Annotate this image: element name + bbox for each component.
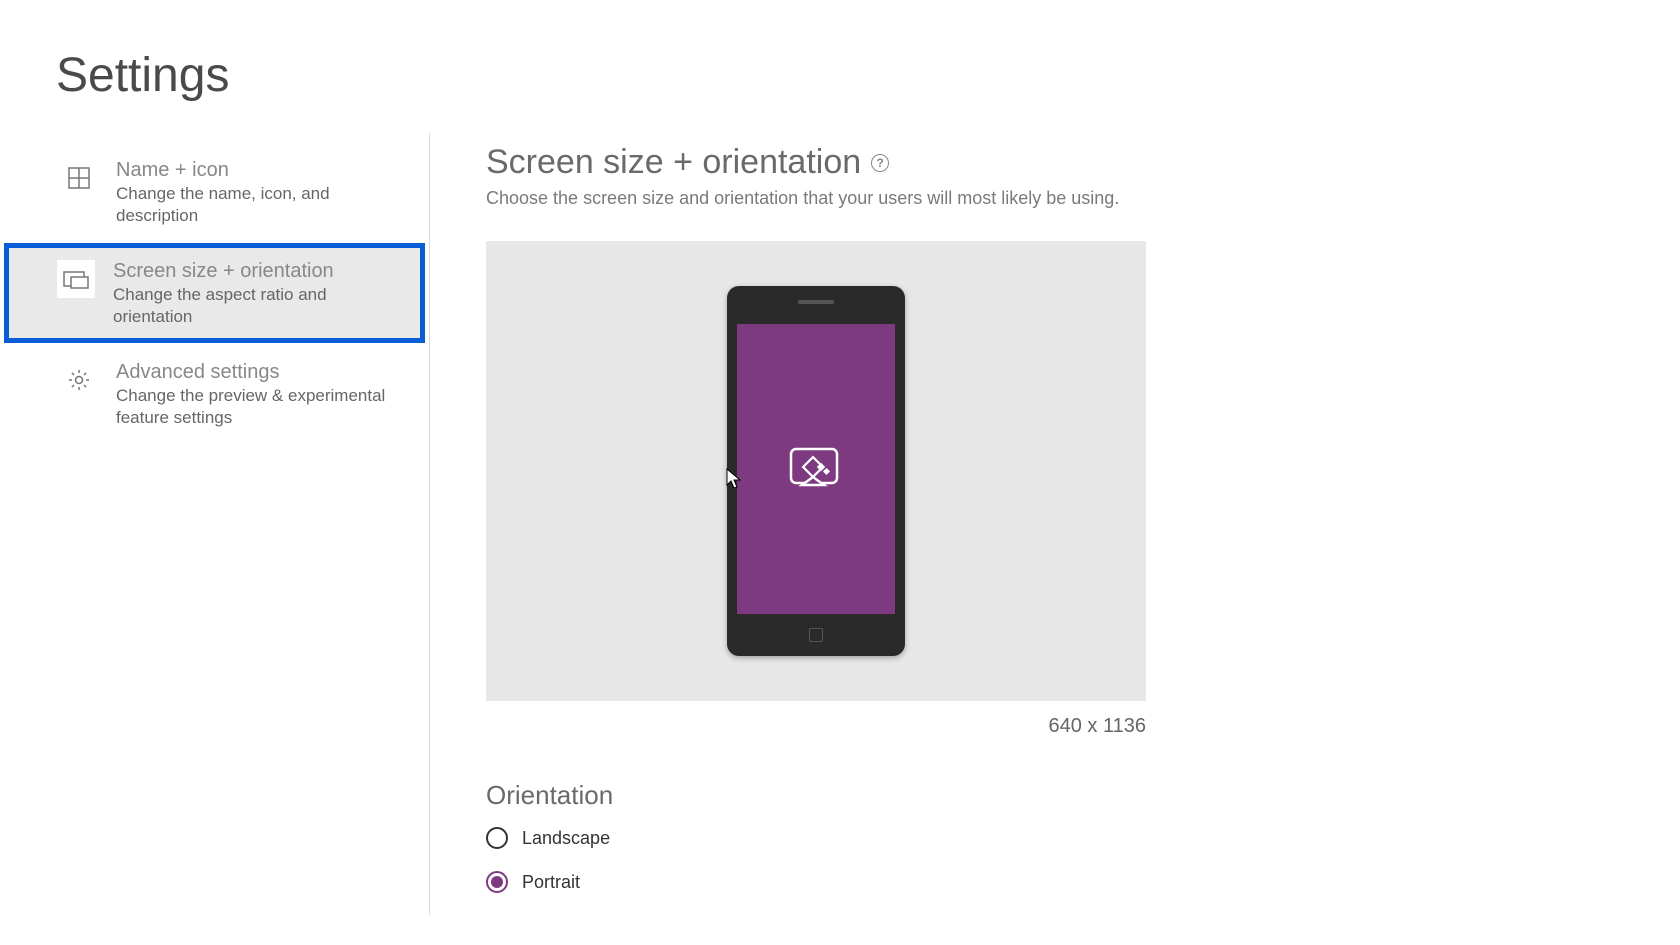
- radio-portrait[interactable]: Portrait: [486, 871, 1680, 893]
- sidebar-item-advanced[interactable]: Advanced settings Change the preview & e…: [0, 343, 429, 445]
- phone-frame: [727, 286, 905, 656]
- sidebar-item-title: Advanced settings: [116, 359, 405, 385]
- sidebar-item-name-icon[interactable]: Name + icon Change the name, icon, and d…: [0, 141, 429, 243]
- help-icon[interactable]: ?: [871, 154, 889, 172]
- sidebar-item-title: Screen size + orientation: [113, 258, 404, 284]
- orientation-title: Orientation: [486, 780, 1680, 811]
- radio-landscape[interactable]: Landscape: [486, 827, 1680, 849]
- phone-speaker: [798, 300, 834, 304]
- sidebar-item-screen-size[interactable]: Screen size + orientation Change the asp…: [4, 243, 425, 343]
- gear-icon: [60, 361, 98, 399]
- sidebar-item-desc: Change the aspect ratio and orientation: [113, 284, 404, 328]
- layout: Name + icon Change the name, icon, and d…: [0, 133, 1680, 915]
- radio-icon: [486, 827, 508, 849]
- phone-screen: [737, 324, 895, 614]
- radio-label: Landscape: [522, 828, 610, 849]
- grid-icon: [60, 159, 98, 197]
- page-title: Settings: [0, 0, 1680, 133]
- sidebar-item-text: Name + icon Change the name, icon, and d…: [116, 157, 405, 227]
- radio-icon: [486, 871, 508, 893]
- orientation-radio-group: Landscape Portrait: [486, 827, 1680, 893]
- powerapps-icon: [789, 447, 843, 491]
- content-title-row: Screen size + orientation ?: [486, 143, 1680, 182]
- sidebar-item-text: Advanced settings Change the preview & e…: [116, 359, 405, 429]
- resolution-label: 640 x 1136: [486, 715, 1146, 738]
- phone-home-button: [809, 628, 823, 642]
- sidebar-item-title: Name + icon: [116, 157, 405, 183]
- sidebar-item-desc: Change the name, icon, and description: [116, 183, 405, 227]
- screen-icon: [57, 260, 95, 298]
- content: Screen size + orientation ? Choose the s…: [430, 133, 1680, 915]
- content-title: Screen size + orientation: [486, 143, 861, 182]
- sidebar-item-text: Screen size + orientation Change the asp…: [113, 258, 404, 328]
- sidebar: Name + icon Change the name, icon, and d…: [0, 133, 430, 915]
- sidebar-item-desc: Change the preview & experimental featur…: [116, 385, 405, 429]
- preview-area: [486, 241, 1146, 701]
- content-desc: Choose the screen size and orientation t…: [486, 188, 1680, 209]
- radio-label: Portrait: [522, 872, 580, 893]
